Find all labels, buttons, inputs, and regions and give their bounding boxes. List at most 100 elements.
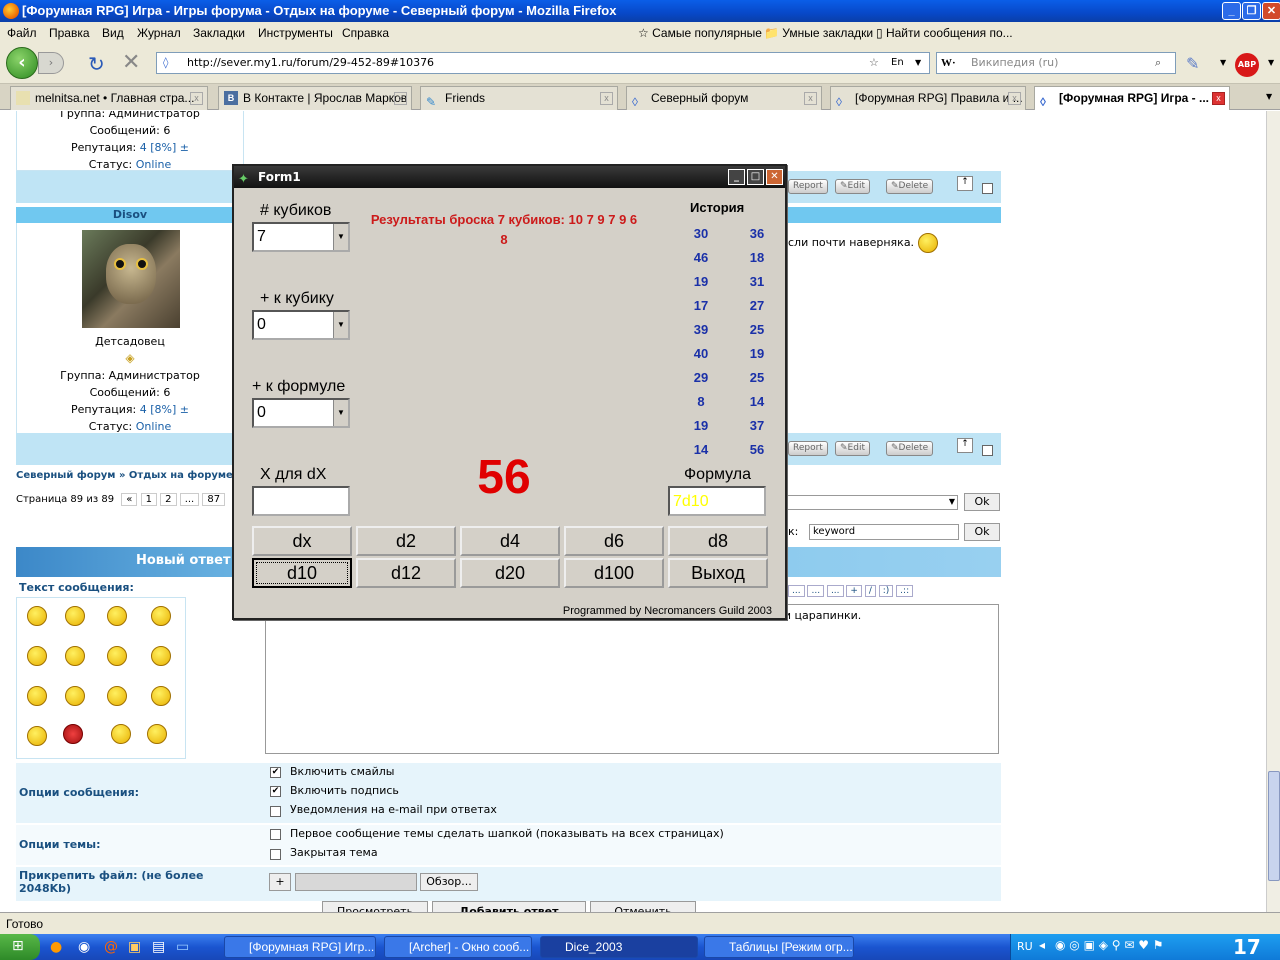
search-input[interactable]: W· Википедия (ru) ⌕ bbox=[936, 52, 1176, 74]
reload-icon[interactable]: ↻ bbox=[88, 52, 105, 76]
menu-view[interactable]: Вид bbox=[102, 22, 124, 44]
firefox-quicklaunch-icon[interactable]: ● bbox=[50, 939, 62, 955]
delete-button[interactable]: ✎Delete bbox=[886, 441, 934, 456]
quote-icon[interactable]: ↑ bbox=[957, 438, 973, 453]
d10-button[interactable]: d10 bbox=[252, 558, 352, 588]
forward-arrow-icon[interactable]: › bbox=[38, 52, 64, 74]
tab-close-icon[interactable]: x bbox=[1212, 92, 1225, 105]
quote-icon[interactable]: ↑ bbox=[957, 176, 973, 191]
mail-icon[interactable]: @ bbox=[104, 939, 118, 955]
start-button[interactable]: ⊞ bbox=[0, 934, 40, 960]
d12-button[interactable]: d12 bbox=[356, 558, 456, 588]
smiley-icon[interactable] bbox=[151, 606, 171, 626]
desktop-icon[interactable]: ▭ bbox=[176, 939, 189, 955]
url-input[interactable]: ◊ http://sever.my1.ru/forum/29-452-89#10… bbox=[156, 52, 930, 74]
add-attachment-button[interactable]: + bbox=[269, 873, 291, 891]
menu-history[interactable]: Журнал bbox=[137, 22, 181, 44]
minimize-button[interactable]: _ bbox=[1222, 2, 1241, 20]
smiley-icon[interactable] bbox=[111, 724, 131, 744]
search-icon[interactable]: ⌕ bbox=[1155, 53, 1161, 73]
email-notify-checkbox[interactable] bbox=[270, 806, 281, 817]
tray-icons[interactable]: ◉ ◎ ▣ ◈ ⚲ ✉ ♥ ⚑ bbox=[1055, 938, 1164, 952]
quicklaunch-icon[interactable]: ◉ bbox=[78, 939, 90, 955]
adblock-icon[interactable]: ABP bbox=[1235, 53, 1259, 77]
maximize-button[interactable]: ❐ bbox=[1242, 2, 1261, 20]
tab-list-icon[interactable]: ▼ bbox=[1266, 92, 1272, 101]
tab-close-icon[interactable]: x bbox=[394, 92, 407, 105]
message-textarea[interactable]: Женя так и не понял что это было - нож с… bbox=[265, 604, 999, 754]
tab-rpg-game[interactable]: ◊ [Форумная RPG] Игра - ... x bbox=[1034, 86, 1230, 110]
menu-help[interactable]: Справка bbox=[342, 22, 389, 44]
delete-button[interactable]: ✎Delete bbox=[886, 179, 934, 194]
smiley-icon[interactable] bbox=[65, 606, 85, 626]
report-button[interactable]: Report bbox=[788, 179, 828, 194]
user2-name[interactable]: Disov bbox=[16, 207, 244, 223]
close-button[interactable]: ✕ bbox=[1262, 2, 1280, 20]
stop-icon[interactable]: ✕ bbox=[122, 50, 140, 75]
tab-rpg-rules[interactable]: ◊ [Форумная RPG] Правила и ... x bbox=[830, 86, 1026, 110]
star-icon[interactable]: ☆ bbox=[869, 53, 879, 73]
wikipedia-icon[interactable]: W· bbox=[941, 53, 956, 73]
d8-button[interactable]: d8 bbox=[668, 526, 768, 556]
tab-melnitsa[interactable]: melnitsa.net • Главная стра... x bbox=[10, 86, 208, 110]
tab-close-icon[interactable]: x bbox=[600, 92, 613, 105]
smiley-icon[interactable] bbox=[107, 686, 127, 706]
tray-arrow-icon[interactable]: ◂ bbox=[1039, 938, 1045, 952]
dice-count-select[interactable]: 7 ▼ bbox=[252, 222, 350, 252]
smiley-icon[interactable] bbox=[151, 686, 171, 706]
report-button[interactable]: Report bbox=[788, 441, 828, 456]
menu-bookmarks[interactable]: Закладки bbox=[193, 22, 245, 44]
d6-button[interactable]: d6 bbox=[564, 526, 664, 556]
menu-file[interactable]: Файл bbox=[7, 22, 37, 44]
feed-icon[interactable]: ✎ bbox=[1186, 54, 1199, 73]
smiley-icon[interactable] bbox=[27, 726, 47, 746]
menu-edit[interactable]: Правка bbox=[49, 22, 90, 44]
d4-button[interactable]: d4 bbox=[460, 526, 560, 556]
taskbar-item-firefox[interactable]: [Форумная RPG] Игр... bbox=[224, 936, 376, 958]
formula-output[interactable]: 7d10 bbox=[668, 486, 766, 516]
scrollbar-thumb[interactable] bbox=[1268, 771, 1280, 881]
per-die-select[interactable]: 0 ▼ bbox=[252, 310, 350, 340]
menu-tools[interactable]: Инструменты bbox=[258, 22, 333, 44]
edit-button[interactable]: ✎Edit bbox=[835, 441, 870, 456]
bookmark-popular[interactable]: ☆ Самые популярные bbox=[638, 22, 762, 44]
tab-close-icon[interactable]: x bbox=[804, 92, 817, 105]
close-topic-checkbox[interactable] bbox=[270, 849, 281, 860]
preview-button[interactable]: Просмотреть bbox=[322, 901, 428, 912]
d20-button[interactable]: d20 bbox=[460, 558, 560, 588]
smiley-icon[interactable] bbox=[27, 686, 47, 706]
x-input[interactable] bbox=[252, 486, 350, 516]
edit-button[interactable]: ✎Edit bbox=[835, 179, 870, 194]
bookmark-find[interactable]: ▯ Найти сообщения по... bbox=[876, 22, 1013, 44]
smiley-icon[interactable] bbox=[107, 606, 127, 626]
cancel-button[interactable]: Отменить bbox=[590, 901, 696, 912]
tab-close-icon[interactable]: x bbox=[190, 92, 203, 105]
smiley-icon[interactable] bbox=[65, 646, 85, 666]
back-arrow-icon[interactable]: ‹ bbox=[6, 47, 38, 79]
smiley-icon[interactable] bbox=[107, 646, 127, 666]
forum-search-input[interactable]: keyword bbox=[809, 524, 959, 540]
smiley-icon[interactable] bbox=[27, 606, 47, 626]
jump-ok-button[interactable]: Ok bbox=[964, 493, 1000, 511]
dialog-close-button[interactable]: ✕ bbox=[766, 169, 783, 185]
devil-smiley-icon[interactable] bbox=[63, 724, 83, 744]
tab-friends[interactable]: ✎ Friends x bbox=[420, 86, 618, 110]
smiley-icon[interactable] bbox=[27, 646, 47, 666]
smiley-icon[interactable] bbox=[147, 724, 167, 744]
enable-smileys-checkbox[interactable]: ✔ bbox=[270, 767, 281, 778]
taskbar-item-dice[interactable]: Dice_2003 bbox=[540, 936, 698, 958]
add-reply-button[interactable]: Добавить ответ bbox=[432, 901, 586, 912]
user1-reputation[interactable]: 4 [8%] ± bbox=[140, 141, 189, 154]
exit-button[interactable]: Выход bbox=[668, 558, 768, 588]
formula-add-select[interactable]: 0 ▼ bbox=[252, 398, 350, 428]
adblock-dropdown-icon[interactable]: ▼ bbox=[1268, 58, 1274, 67]
tab-northern-forum[interactable]: ◊ Северный форум x bbox=[626, 86, 822, 110]
quicklaunch-icon[interactable]: ▣ bbox=[128, 939, 141, 955]
d2-button[interactable]: d2 bbox=[356, 526, 456, 556]
language-indicator[interactable]: RU bbox=[1017, 940, 1033, 953]
search-ok-button[interactable]: Ok bbox=[964, 523, 1000, 541]
dialog-minimize-button[interactable]: _ bbox=[728, 169, 745, 185]
smiley-icon[interactable] bbox=[65, 686, 85, 706]
taskbar-item-archer[interactable]: [Archer] - Окно сооб... bbox=[384, 936, 532, 958]
toolbar-dropdown-icon[interactable]: ▼ bbox=[1220, 58, 1226, 67]
